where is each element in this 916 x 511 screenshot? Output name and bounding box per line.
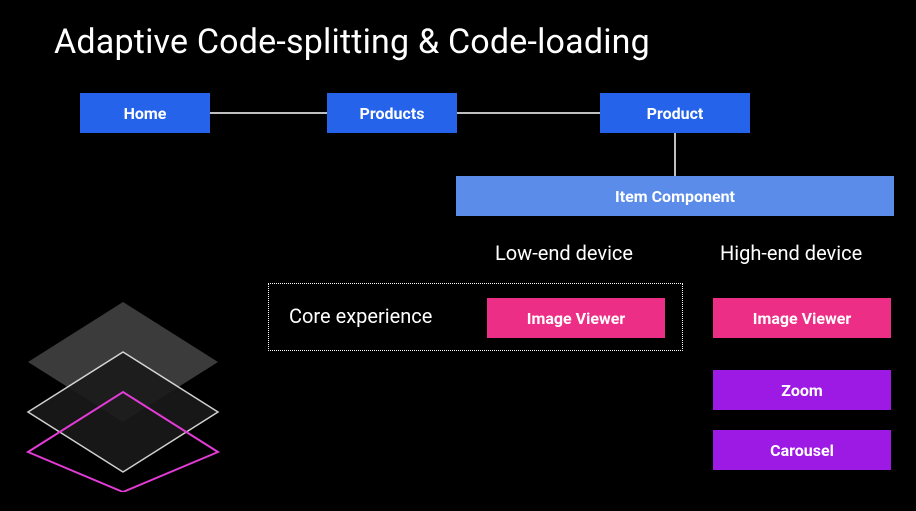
- connector-products-product: [457, 112, 600, 114]
- module-carousel-label: Carousel: [770, 441, 834, 460]
- module-image-viewer-high-label: Image Viewer: [753, 309, 851, 328]
- connector-product-item: [674, 133, 676, 176]
- node-home-label: Home: [124, 104, 167, 123]
- connector-home-products: [210, 112, 327, 114]
- node-product: Product: [600, 93, 750, 133]
- node-product-label: Product: [647, 104, 704, 123]
- label-core-experience: Core experience: [289, 304, 432, 328]
- module-zoom-label: Zoom: [781, 381, 822, 400]
- node-products: Products: [327, 93, 457, 133]
- module-zoom: Zoom: [713, 370, 891, 410]
- module-image-viewer-high: Image Viewer: [713, 298, 891, 338]
- label-low-end: Low-end device: [495, 241, 633, 265]
- layers-icon: [18, 292, 228, 492]
- node-home: Home: [80, 93, 210, 133]
- label-high-end: High-end device: [720, 241, 862, 265]
- node-item-component: Item Component: [456, 176, 894, 216]
- node-item-component-label: Item Component: [615, 187, 735, 206]
- module-image-viewer-low: Image Viewer: [487, 298, 665, 338]
- page-title: Adaptive Code-splitting & Code-loading: [54, 22, 650, 62]
- module-carousel: Carousel: [713, 430, 891, 470]
- node-products-label: Products: [360, 104, 425, 123]
- module-image-viewer-low-label: Image Viewer: [527, 309, 625, 328]
